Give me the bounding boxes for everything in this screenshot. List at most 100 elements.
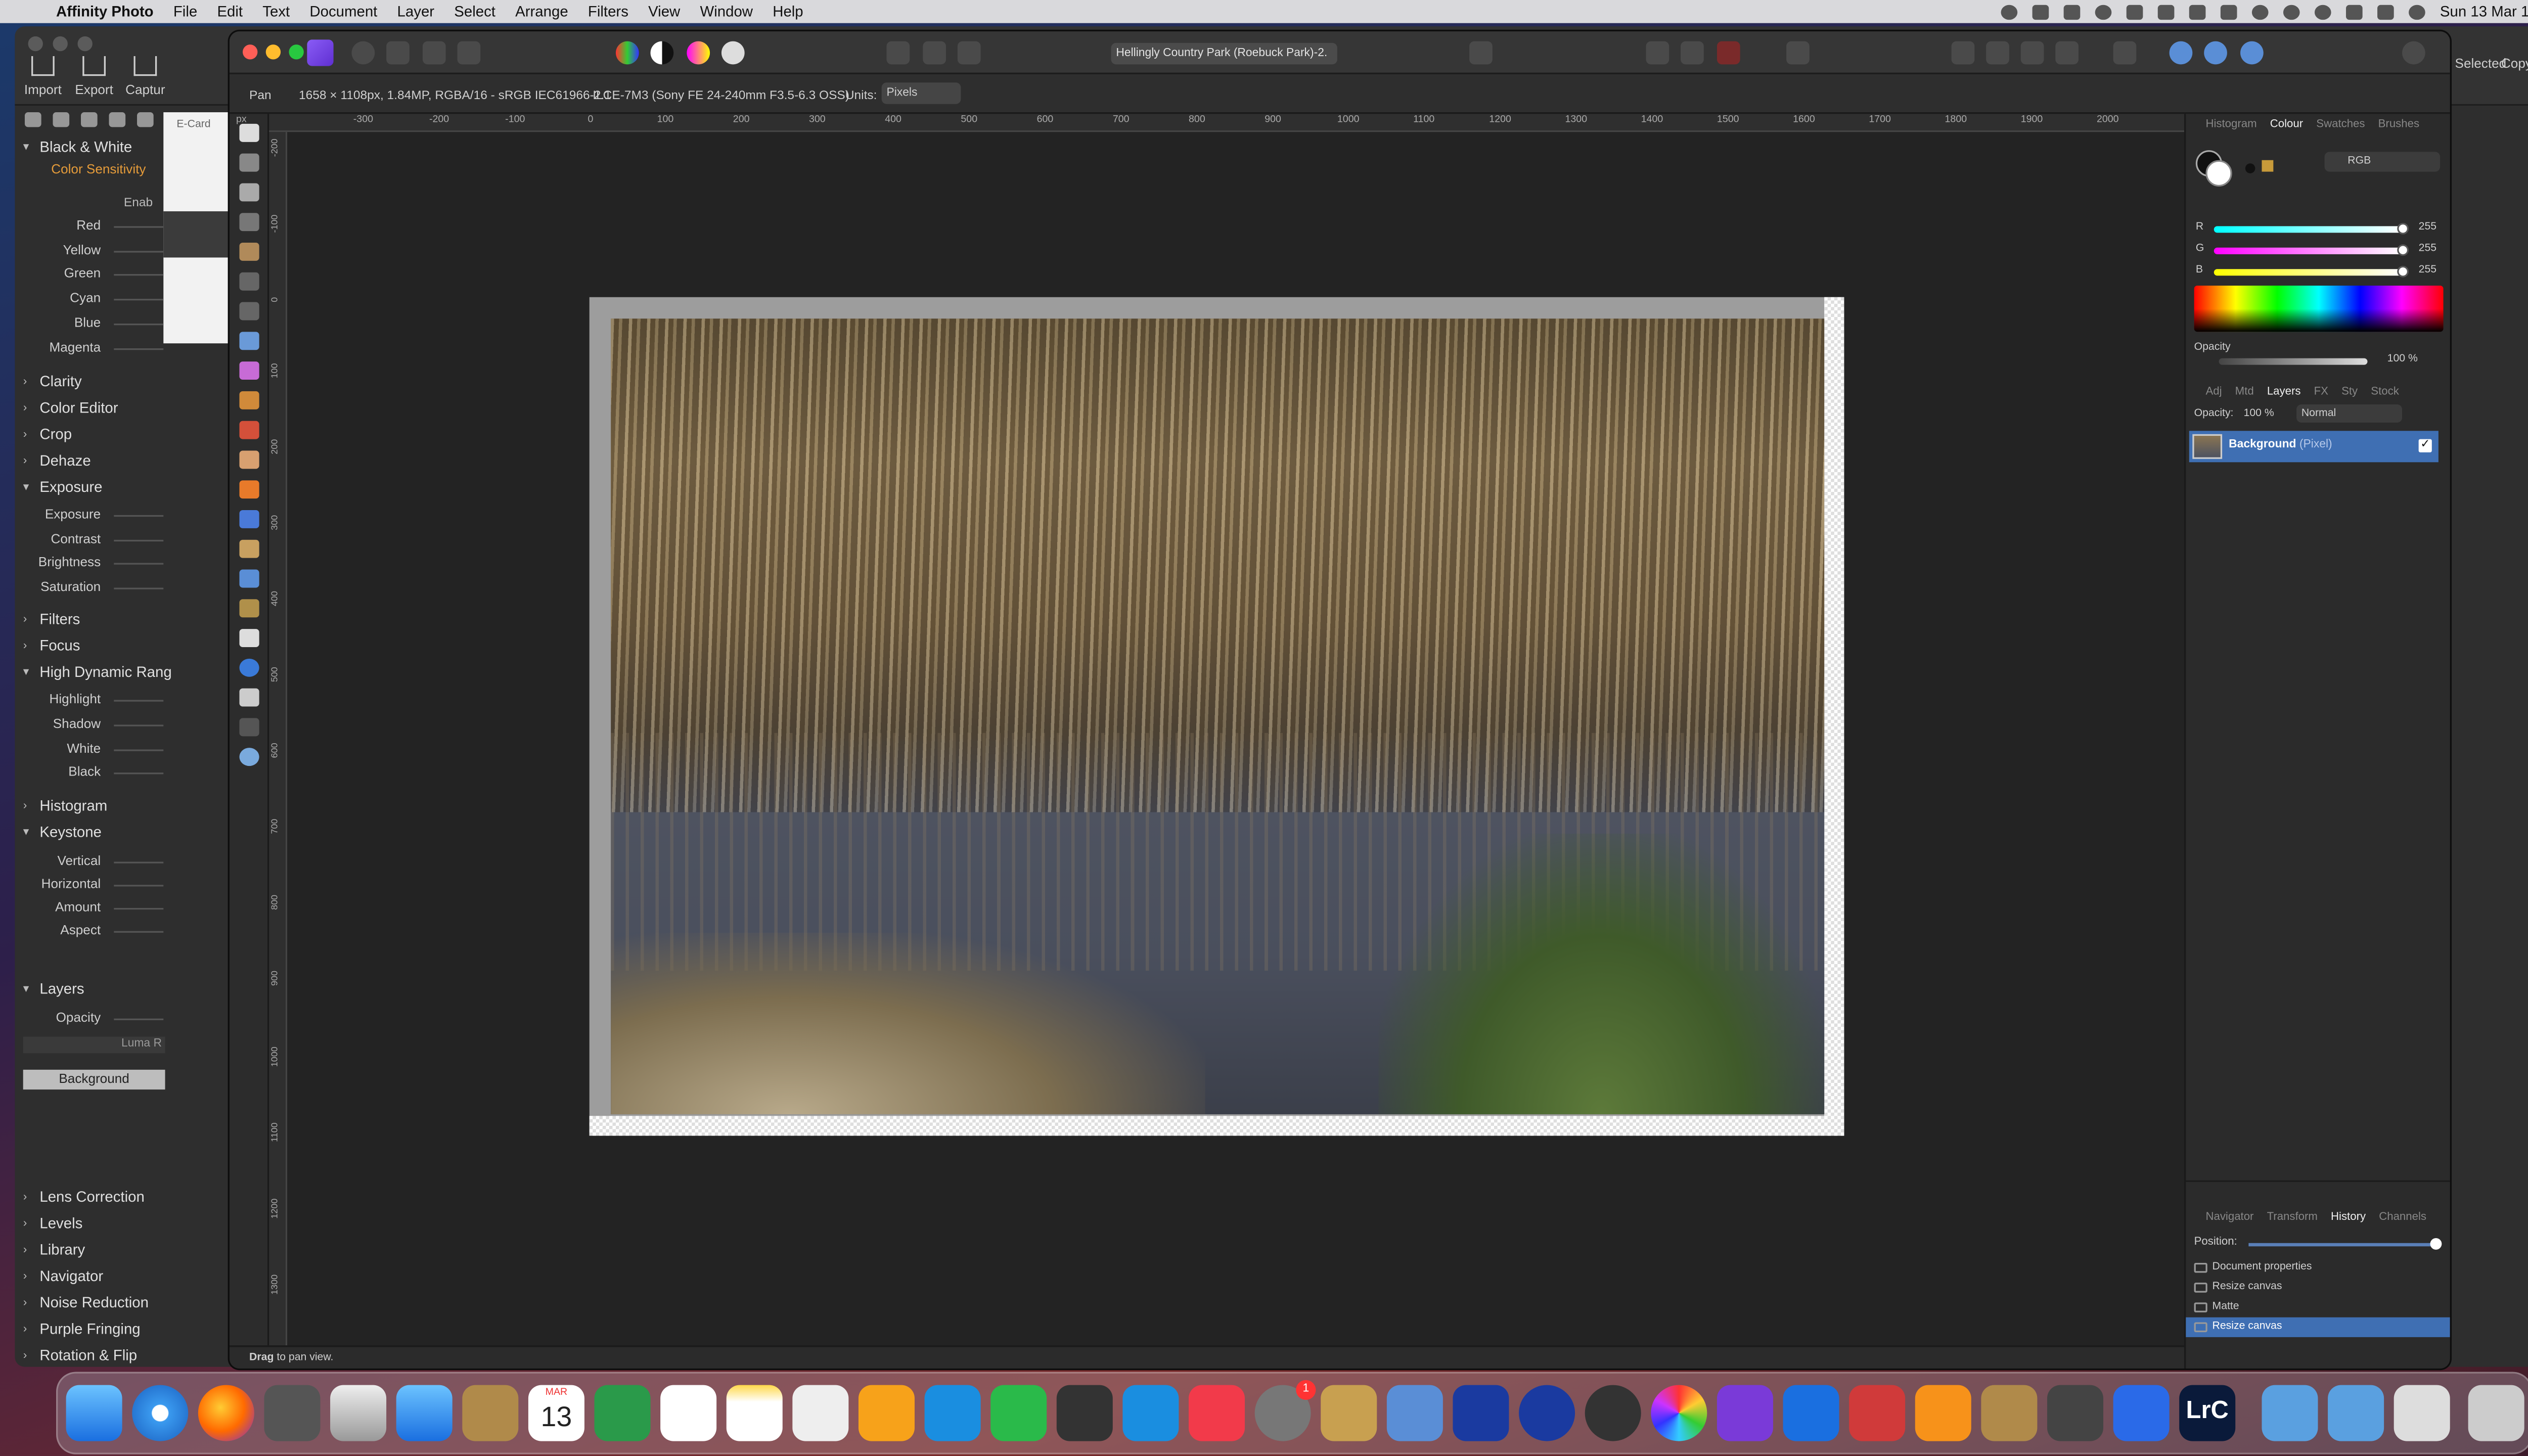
photos-icon[interactable] xyxy=(1651,1385,1707,1441)
play-icon[interactable] xyxy=(2095,4,2112,19)
opacity-slider[interactable] xyxy=(2219,358,2368,365)
canvas-area[interactable] xyxy=(287,132,2185,1346)
section-levels[interactable]: › Levels xyxy=(23,1215,83,1232)
clone-brush-icon[interactable] xyxy=(239,510,259,528)
section-crop[interactable]: › Crop xyxy=(23,426,72,442)
forward-icon[interactable] xyxy=(1986,41,2009,65)
layers-opacity-value[interactable]: 100 % xyxy=(2244,404,2287,423)
faces-icon[interactable] xyxy=(109,112,126,127)
minimize-button[interactable] xyxy=(53,36,68,52)
menu-arrange[interactable]: Arrange xyxy=(506,4,578,20)
menu-layer[interactable]: Layer xyxy=(387,4,444,20)
section-noise-reduction[interactable]: › Noise Reduction xyxy=(23,1294,149,1311)
documents-stack-icon[interactable] xyxy=(2394,1385,2450,1441)
screenshot-icon[interactable] xyxy=(2047,1385,2104,1441)
system-preferences-icon[interactable]: 1 xyxy=(1254,1380,1316,1441)
vpn-icon[interactable] xyxy=(2251,4,2269,19)
crop-tool-icon[interactable] xyxy=(239,213,259,232)
affinity-photo-icon[interactable] xyxy=(1717,1385,1773,1441)
red-slider[interactable]: R 255 xyxy=(2196,221,2444,236)
reminders-icon[interactable] xyxy=(660,1385,717,1441)
auto-contrast-icon[interactable] xyxy=(650,41,674,65)
auto-colours-icon[interactable] xyxy=(687,41,710,65)
export-button[interactable]: Export xyxy=(66,56,122,98)
info-icon[interactable] xyxy=(1786,41,1810,65)
camera-icon[interactable] xyxy=(53,112,70,127)
archive-icon[interactable] xyxy=(1981,1385,2038,1441)
enable-checkbox[interactable]: Enab xyxy=(124,195,153,209)
menu-help[interactable]: Help xyxy=(763,4,814,20)
history-item[interactable]: Document properties xyxy=(2186,1258,2450,1278)
paint-brush-icon[interactable] xyxy=(239,391,259,410)
section-layers[interactable]: ▾ Layers xyxy=(23,981,84,997)
inpainting-brush-icon[interactable] xyxy=(239,539,259,558)
section-color-editor[interactable]: › Color Editor xyxy=(23,399,118,416)
menu-view[interactable]: View xyxy=(639,4,690,20)
close-button[interactable] xyxy=(28,36,43,52)
affinity-publisher-icon[interactable] xyxy=(1849,1385,1906,1441)
section-filters[interactable]: › Filters xyxy=(23,611,80,627)
tab-adjustments[interactable]: Adj xyxy=(2205,385,2222,397)
section-clarity[interactable]: › Clarity xyxy=(23,373,82,390)
pen-tool-icon[interactable] xyxy=(239,629,259,648)
preview-icon[interactable] xyxy=(330,1385,387,1441)
tab-navigator[interactable]: Navigator xyxy=(2205,1211,2253,1222)
section-focus[interactable]: › Focus xyxy=(23,637,80,654)
calendar-icon[interactable]: MAR 13 xyxy=(528,1385,584,1441)
numbers-icon[interactable] xyxy=(990,1385,1047,1441)
keynote-icon[interactable] xyxy=(924,1385,981,1441)
photo-persona-icon[interactable] xyxy=(307,39,334,66)
app-store-icon[interactable] xyxy=(1122,1385,1179,1441)
back-icon[interactable] xyxy=(2055,41,2079,65)
flood-select-icon[interactable] xyxy=(239,272,259,291)
tab-colour[interactable]: Colour xyxy=(2270,118,2303,129)
alignment-icon[interactable] xyxy=(2113,41,2137,65)
disk-utility-icon[interactable] xyxy=(1585,1385,1641,1441)
timer-icon[interactable] xyxy=(2314,4,2331,19)
tab-channels[interactable]: Channels xyxy=(2379,1211,2426,1222)
blend-mode-select[interactable]: Normal xyxy=(2296,404,2403,423)
colour-wells[interactable] xyxy=(2195,150,2235,190)
dodge-brush-icon[interactable] xyxy=(239,480,259,499)
section-purple-fringing[interactable]: › Purple Fringing xyxy=(23,1321,141,1337)
selection-brush-icon[interactable] xyxy=(239,243,259,261)
wifi-off-icon[interactable] xyxy=(2189,4,2206,19)
colour-model-select[interactable]: RGB xyxy=(2324,152,2441,172)
affinity-designer-icon[interactable] xyxy=(1783,1385,1839,1441)
text-tool-icon[interactable] xyxy=(239,688,259,707)
menu-text[interactable]: Text xyxy=(253,4,300,20)
menu-app-icon[interactable] xyxy=(2032,4,2049,19)
zoom-app-icon[interactable] xyxy=(2113,1385,2170,1441)
auto-white-balance-icon[interactable] xyxy=(721,41,745,65)
color-replacement-icon[interactable] xyxy=(239,421,259,439)
document-canvas[interactable] xyxy=(589,297,1844,1136)
black-swatch[interactable] xyxy=(2245,163,2255,173)
document-tab[interactable]: Hellingly Country Park (Roebuck Park)-2. xyxy=(1111,42,1337,65)
eyedropper-icon[interactable] xyxy=(2262,160,2274,172)
section-navigator[interactable]: › Navigator xyxy=(23,1268,103,1285)
background-layer-button[interactable]: Background xyxy=(23,1069,165,1090)
export-persona-icon[interactable] xyxy=(457,41,481,65)
applications-folder-icon[interactable] xyxy=(2262,1385,2318,1441)
show-context-icon[interactable] xyxy=(2204,41,2227,65)
colour-spectrum[interactable] xyxy=(2194,285,2444,332)
invert-selection-icon[interactable] xyxy=(957,41,981,65)
arrange-icon[interactable] xyxy=(1951,41,1975,65)
app-menu[interactable]: Affinity Photo xyxy=(43,4,163,20)
section-rotation-flip[interactable]: › Rotation & Flip xyxy=(23,1347,137,1363)
copy-apply-button[interactable]: Copy/Apply xyxy=(2501,56,2528,71)
history-position-knob[interactable] xyxy=(2430,1238,2442,1250)
menu-filters[interactable]: Filters xyxy=(578,4,638,20)
shape-tool-icon[interactable] xyxy=(239,658,259,677)
airplane-icon[interactable] xyxy=(1386,1385,1443,1441)
account-icon[interactable] xyxy=(2402,41,2425,65)
smudge-brush-icon[interactable] xyxy=(239,599,259,618)
marquee-icon[interactable] xyxy=(886,41,910,65)
menu-window[interactable]: Window xyxy=(690,4,763,20)
audio-icon[interactable] xyxy=(1453,1385,1509,1441)
green-slider[interactable]: G 255 xyxy=(2196,243,2444,257)
align-icon[interactable] xyxy=(1681,41,1704,65)
launchpad-icon[interactable] xyxy=(264,1385,321,1441)
search-icon[interactable] xyxy=(2345,4,2363,19)
siri-icon[interactable] xyxy=(2408,4,2425,19)
